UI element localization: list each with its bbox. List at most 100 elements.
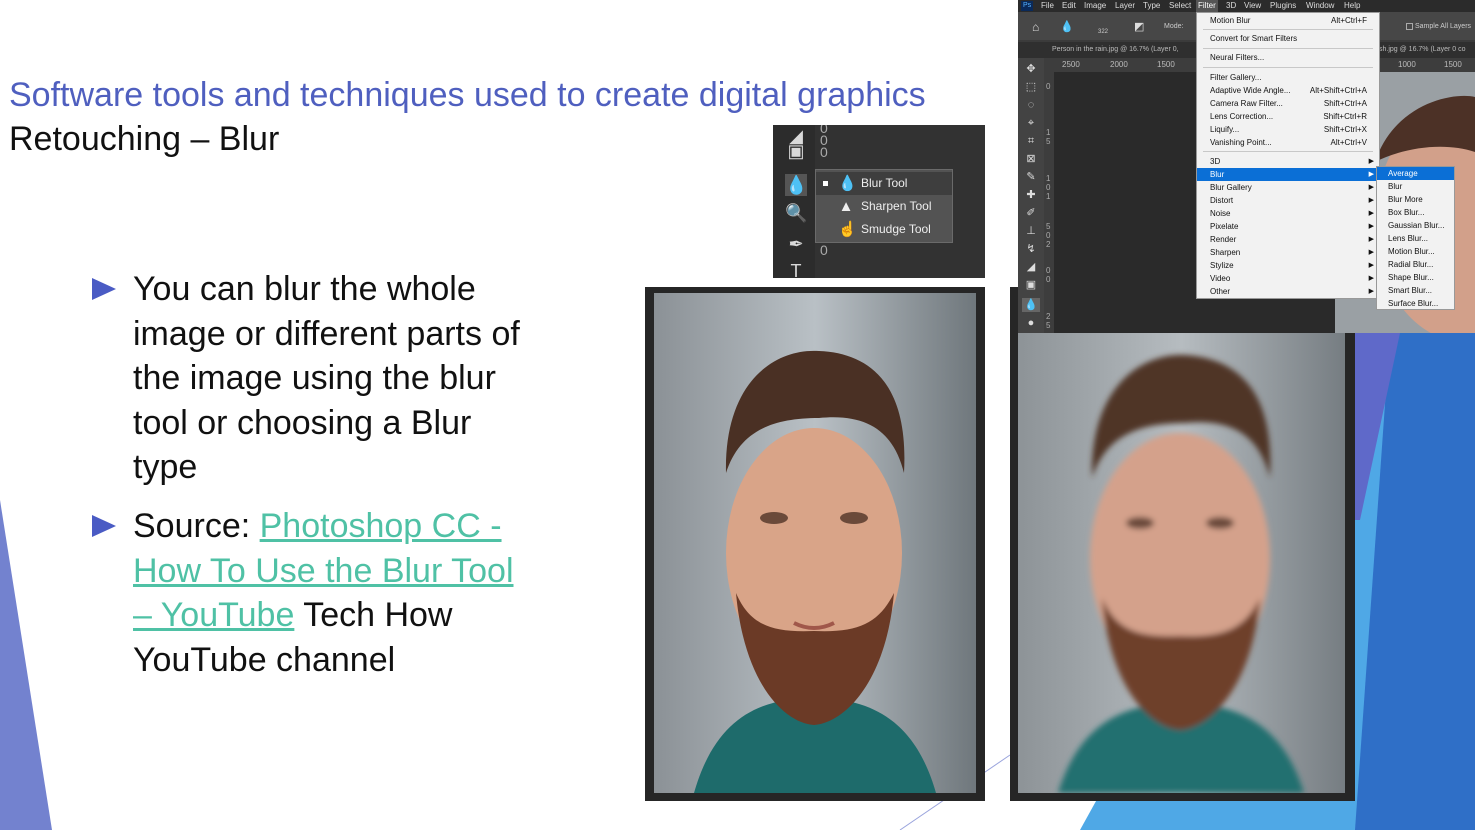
dodge-icon: 🔍: [785, 203, 808, 223]
gradient-icon[interactable]: ▣: [1022, 278, 1040, 292]
flyout-item-smudge-tool[interactable]: ☝ Smudge Tool: [816, 218, 952, 241]
crop-icon[interactable]: ⌗: [1022, 134, 1040, 148]
filter-menu-item[interactable]: Pixelate ▶: [1197, 220, 1379, 233]
menu-item-label: Sharpen: [1210, 248, 1241, 257]
vruler-label: 0: [1046, 231, 1051, 240]
menu-item-label: Video: [1210, 274, 1231, 283]
marquee-icon[interactable]: ⬚: [1022, 80, 1040, 94]
filter-menu-item[interactable]: Other ▶: [1197, 285, 1379, 298]
blur-drop-icon[interactable]: 💧: [1022, 298, 1040, 312]
brush-settings-icon[interactable]: ◩: [1134, 20, 1144, 33]
filter-menu-item[interactable]: Vanishing Point... Alt+Ctrl+V: [1197, 136, 1379, 149]
menu-bar: Ps File Edit Image Layer Type Select Fil…: [1018, 0, 1475, 12]
menu-image[interactable]: Image: [1084, 0, 1106, 12]
menu-item-label: Render: [1210, 235, 1237, 244]
brush-size-value[interactable]: 322: [1098, 29, 1108, 35]
filter-menu-item[interactable]: Camera Raw Filter... Shift+Ctrl+A: [1197, 97, 1379, 110]
menu-edit[interactable]: Edit: [1062, 0, 1076, 12]
blur-submenu-item[interactable]: Motion Blur...: [1377, 245, 1454, 258]
move-icon[interactable]: ✥: [1022, 62, 1040, 76]
menu-3d[interactable]: 3D: [1226, 0, 1236, 12]
filter-menu-item[interactable]: Sharpen ▶: [1197, 246, 1379, 259]
menu-file[interactable]: File: [1041, 0, 1054, 12]
menu-item-label: Box Blur...: [1388, 208, 1425, 217]
submenu-arrow-icon: ▶: [1368, 288, 1374, 295]
document-tab[interactable]: sh.jpg @ 16.7% (Layer 0 co: [1379, 42, 1466, 58]
home-icon[interactable]: ⌂: [1032, 20, 1039, 34]
blur-submenu-item[interactable]: Smart Blur...: [1377, 284, 1454, 297]
filter-menu-item[interactable]: Distort ▶: [1197, 194, 1379, 207]
filter-menu-item[interactable]: Motion Blur Alt+Ctrl+F: [1197, 14, 1379, 27]
filter-menu-item[interactable]: Adaptive Wide Angle... Alt+Shift+Ctrl+A: [1197, 84, 1379, 97]
blur-submenu-item[interactable]: Blur: [1377, 180, 1454, 193]
brush-icon[interactable]: ✐: [1022, 206, 1040, 220]
menu-filter[interactable]: Filter: [1196, 0, 1218, 12]
filter-menu-item[interactable]: Filter Gallery...: [1197, 71, 1379, 84]
menu-type[interactable]: Type: [1143, 0, 1160, 12]
filter-menu-item[interactable]: Lens Correction... Shift+Ctrl+R: [1197, 110, 1379, 123]
filter-menu-item-blur[interactable]: Blur ▶: [1197, 168, 1379, 181]
menu-item-label: Convert for Smart Filters: [1210, 34, 1298, 43]
quick-select-icon[interactable]: ⌖: [1022, 116, 1040, 130]
blur-submenu-item[interactable]: Lens Blur...: [1377, 232, 1454, 245]
menu-view[interactable]: View: [1244, 0, 1261, 12]
blur-submenu-item-average[interactable]: Average: [1377, 167, 1454, 180]
submenu-arrow-icon: ▶: [1368, 249, 1374, 256]
sample-all-layers-checkbox[interactable]: [1406, 23, 1413, 30]
menu-select[interactable]: Select: [1169, 0, 1191, 12]
menu-help[interactable]: Help: [1344, 0, 1360, 12]
flyout-item-sharpen-tool[interactable]: ▲ Sharpen Tool: [816, 195, 952, 218]
ruler-label: 2500: [1062, 60, 1080, 69]
filter-menu-item[interactable]: Neural Filters...: [1197, 51, 1379, 64]
vruler-label: 0: [1046, 82, 1051, 91]
blur-submenu-item[interactable]: Shape Blur...: [1377, 271, 1454, 284]
vruler-labels: 2 5: [1046, 312, 1050, 330]
menu-separator: [1203, 151, 1373, 152]
menu-item-label: Pixelate: [1210, 222, 1239, 231]
menu-layer[interactable]: Layer: [1115, 0, 1135, 12]
filter-menu-item[interactable]: Blur Gallery ▶: [1197, 181, 1379, 194]
vruler-labels: 0 0: [1046, 266, 1050, 284]
lasso-icon[interactable]: ◌: [1022, 98, 1040, 112]
submenu-arrow-icon: ▶: [1368, 210, 1374, 217]
eyedropper-icon[interactable]: ✎: [1022, 170, 1040, 184]
filter-menu-item[interactable]: Render ▶: [1197, 233, 1379, 246]
menu-item-shortcut: Shift+Ctrl+R: [1323, 112, 1367, 121]
menu-item-shortcut: Alt+Ctrl+V: [1330, 138, 1367, 147]
eraser-icon[interactable]: ◢: [1022, 260, 1040, 274]
menu-window[interactable]: Window: [1306, 0, 1334, 12]
frame-icon[interactable]: ⊠: [1022, 152, 1040, 166]
stamp-icon[interactable]: ⊥: [1022, 224, 1040, 238]
dodge-icon[interactable]: ●: [1022, 316, 1040, 330]
submenu-arrow-icon: ▶: [1368, 171, 1374, 178]
filter-menu-item[interactable]: 3D ▶: [1197, 155, 1379, 168]
blur-submenu-item[interactable]: Radial Blur...: [1377, 258, 1454, 271]
blur-drop-icon[interactable]: 💧: [785, 174, 807, 196]
blur-submenu-item[interactable]: Surface Blur...: [1377, 297, 1454, 310]
strip-number: 0: [820, 144, 828, 160]
menu-item-label: Liquify...: [1210, 125, 1240, 134]
filter-menu-item[interactable]: Video ▶: [1197, 272, 1379, 285]
document-tab[interactable]: Person in the rain.jpg @ 16.7% (Layer 0,: [1052, 42, 1179, 58]
portrait-photo-sharp: [645, 287, 985, 801]
menu-item-shortcut: Shift+Ctrl+A: [1323, 99, 1367, 108]
filter-menu-item[interactable]: Convert for Smart Filters: [1197, 32, 1379, 45]
menu-item-label: Lens Correction...: [1210, 112, 1274, 121]
history-brush-icon[interactable]: ↯: [1022, 242, 1040, 256]
vruler-labels: 1 5: [1046, 128, 1050, 146]
blur-submenu-item[interactable]: Blur More: [1377, 193, 1454, 206]
blur-submenu-item[interactable]: Box Blur...: [1377, 206, 1454, 219]
type-icon: T: [790, 261, 802, 278]
ruler-label: 1500: [1444, 60, 1462, 69]
menu-separator: [1203, 48, 1373, 49]
blur-submenu-item[interactable]: Gaussian Blur...: [1377, 219, 1454, 232]
healing-icon[interactable]: ✚: [1022, 188, 1040, 202]
filter-menu-item[interactable]: Liquify... Shift+Ctrl+X: [1197, 123, 1379, 136]
blur-drop-icon[interactable]: 💧: [1060, 20, 1074, 33]
filter-menu-item[interactable]: Noise ▶: [1197, 207, 1379, 220]
flyout-item-blur-tool[interactable]: 💧 Blur Tool: [816, 172, 952, 195]
vruler-label: 2: [1046, 240, 1051, 249]
filter-menu-item[interactable]: Stylize ▶: [1197, 259, 1379, 272]
menu-plugins[interactable]: Plugins: [1270, 0, 1296, 12]
menu-separator: [1203, 67, 1373, 68]
